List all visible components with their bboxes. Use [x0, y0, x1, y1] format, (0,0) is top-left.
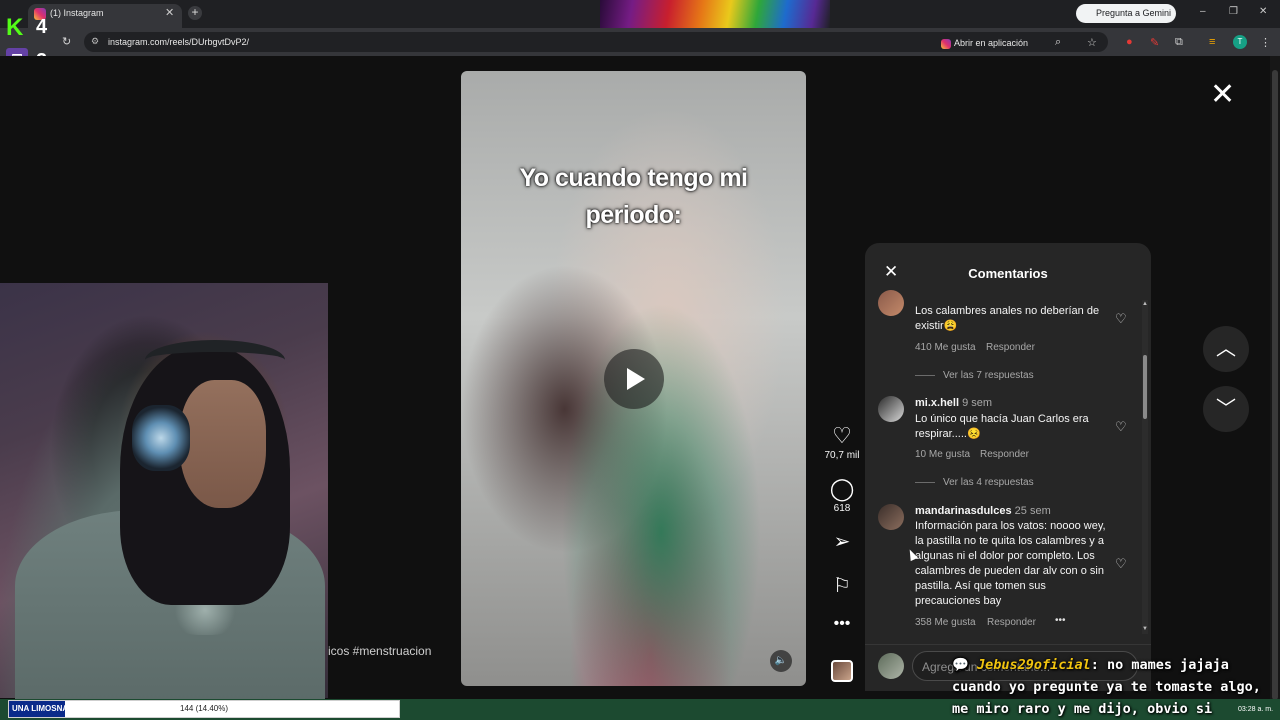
stream-chat-message: 💬 Jebus29oficial: no mames jajaja cuando… [952, 654, 1277, 720]
browser-theme-decoration [600, 0, 830, 28]
previous-reel-button[interactable]: ︿ [1203, 326, 1249, 372]
replies-divider [915, 482, 935, 483]
reply-button[interactable]: Responder [987, 617, 1036, 628]
kick-viewer-count: 4 [36, 16, 48, 38]
tab-title: (1) Instagram [50, 8, 104, 18]
scroll-down-arrow-icon[interactable]: ▼ [1142, 626, 1148, 632]
bookmark-icon[interactable]: ⚐ [829, 573, 855, 598]
reply-button[interactable]: Responder [980, 449, 1029, 460]
maximize-button[interactable]: ❐ [1229, 6, 1238, 17]
extension-pen-icon[interactable]: ✎ [1150, 36, 1159, 49]
reply-button[interactable]: Responder [986, 342, 1035, 353]
avatar[interactable] [878, 396, 904, 422]
comment-count: 618 [833, 503, 851, 514]
heart-icon[interactable]: ♡ [829, 423, 855, 449]
comment-heart-icon[interactable]: ♡ [1115, 419, 1127, 435]
comment-text: Información para los vatos: noooo wey, l… [915, 520, 1106, 607]
goal-label: UNA LIMOSNA BANDA [12, 704, 99, 713]
comment-age: 25 sem [1014, 505, 1051, 517]
like-count: 70,7 mil [824, 450, 860, 461]
comment-age: 9 sem [962, 397, 993, 409]
comment-heart-icon[interactable]: ♡ [1115, 311, 1127, 327]
comments-scroll-thumb[interactable] [1143, 355, 1147, 419]
extension-record-icon[interactable]: ● [1126, 36, 1133, 48]
zoom-icon[interactable]: ⌕ [1055, 36, 1061, 49]
comments-scrollbar[interactable] [1142, 300, 1148, 634]
chat-username: Jebus29oficial [976, 657, 1091, 673]
play-icon [627, 368, 645, 390]
comment-author[interactable]: mandarinasdulces 25 sem [915, 505, 1051, 517]
comment-like-count: 410 Me gusta [915, 342, 976, 353]
site-info-icon[interactable]: ⚙ [91, 36, 99, 47]
profile-avatar[interactable]: T [1233, 35, 1247, 49]
minimize-button[interactable]: – [1200, 6, 1206, 17]
goal-value: 144 (14.40%) [180, 704, 229, 713]
reading-list-icon[interactable]: ≡ [1209, 36, 1215, 48]
video-caption-text: Yo cuando tengo mi periodo: [519, 164, 748, 229]
comment-text: Lo único que hacía Juan Carlos era respi… [915, 413, 1089, 440]
reload-icon[interactable]: ↻ [62, 35, 71, 48]
browser-menu-icon[interactable]: ⋮ [1260, 36, 1271, 49]
webcam-headset-band [145, 340, 285, 380]
speaker-icon[interactable]: 🔈 [770, 650, 792, 672]
view-replies-button[interactable]: Ver las 4 respuestas [943, 477, 1034, 488]
open-in-app-button[interactable]: Abrir en aplicación [936, 35, 1032, 51]
tab-close-icon[interactable]: ✕ [165, 6, 174, 19]
comment-more-icon[interactable]: ••• [1055, 615, 1066, 626]
reel-description-hashtag[interactable]: icos #menstruacion [328, 644, 431, 658]
ask-gemini-button[interactable]: Pregunta a Gemini [1076, 4, 1176, 23]
replies-divider [915, 375, 935, 376]
kick-logo-icon: K [6, 14, 24, 41]
send-icon[interactable]: ➢ [829, 529, 855, 554]
view-replies-button[interactable]: Ver las 7 respuestas [943, 370, 1034, 381]
avatar[interactable] [878, 504, 904, 530]
new-tab-button[interactable]: + [188, 6, 202, 20]
scroll-up-arrow-icon[interactable]: ▲ [1142, 301, 1148, 307]
url-text: instagram.com/reels/DUrbgvtDvP2/ [108, 37, 250, 47]
comment-icon[interactable]: ◯ [829, 476, 855, 502]
close-reel-icon[interactable]: ✕ [1210, 80, 1235, 110]
chat-bubble-icon: 💬 [952, 657, 969, 673]
chevron-down-icon: ﹀ [1216, 398, 1236, 420]
comments-title: Comentarios [968, 266, 1048, 281]
avatar [878, 653, 904, 679]
headset-icon [132, 405, 190, 471]
comment-heart-icon[interactable]: ♡ [1115, 556, 1127, 572]
extensions-puzzle-icon[interactable]: ⧉ [1175, 36, 1183, 49]
comment-text: Los calambres anales no deberían de exis… [915, 305, 1100, 332]
comment-like-count: 10 Me gusta [915, 449, 971, 460]
avatar[interactable] [878, 290, 904, 316]
close-window-button[interactable]: ✕ [1259, 6, 1267, 17]
comment-author[interactable]: mi.x.hell 9 sem [915, 397, 992, 409]
more-icon[interactable]: ••• [829, 615, 855, 633]
webcam-person-face [180, 380, 266, 508]
page-scroll-thumb[interactable] [1272, 70, 1278, 700]
audio-thumbnail[interactable] [831, 660, 853, 682]
next-reel-button[interactable]: ﹀ [1203, 386, 1249, 432]
close-icon[interactable]: ✕ [884, 262, 898, 282]
chevron-up-icon: ︿ [1216, 338, 1236, 360]
bookmark-star-icon[interactable]: ☆ [1087, 36, 1097, 49]
comment-like-count: 358 Me gusta [915, 617, 976, 628]
